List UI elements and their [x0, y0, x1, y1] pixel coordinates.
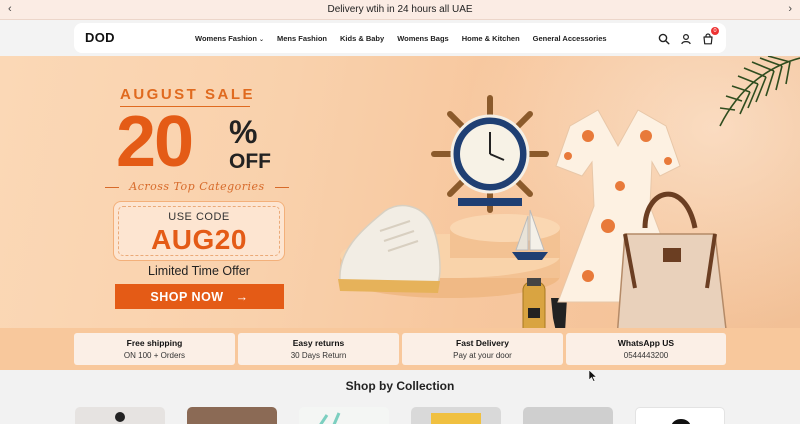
promo-code-box: USE CODE AUG20 — [113, 201, 285, 261]
chevron-down-icon: ⌄ — [258, 36, 264, 43]
announcement-bar: ‹ Delivery wtih in 24 hours all UAE › — [0, 0, 800, 20]
shop-now-button[interactable]: SHOP NOW → — [115, 284, 284, 309]
menu-item-label: Womens Fashion — [195, 33, 257, 43]
feature-free-shipping[interactable]: Free shipping ON 100 + Orders — [74, 333, 235, 365]
promo-code: AUG20 — [151, 224, 247, 255]
announcement-text: Delivery wtih in 24 hours all UAE — [327, 4, 473, 15]
main-menu: Womens Fashion ⌄ Mens Fashion Kids & Baby… — [195, 23, 607, 53]
sneaker-image — [338, 204, 441, 293]
menu-item-home-kitchen[interactable]: Home & Kitchen — [462, 34, 520, 43]
collection-tile[interactable] — [187, 407, 277, 424]
collection-tile[interactable] — [411, 407, 501, 424]
menu-item-general-accessories[interactable]: General Accessories — [533, 34, 607, 43]
collection-tile[interactable] — [523, 407, 613, 424]
collection-image — [319, 412, 341, 424]
features-band: Free shipping ON 100 + Orders Easy retur… — [0, 328, 800, 370]
feature-subtitle: 0544443200 — [623, 351, 669, 360]
mouse-cursor-icon — [589, 370, 597, 382]
feature-title: Free shipping — [126, 338, 183, 348]
feature-easy-returns[interactable]: Easy returns 30 Days Return — [238, 333, 399, 365]
feature-title: Fast Delivery — [456, 338, 509, 348]
handbag-image — [617, 191, 727, 328]
sailboat-image — [512, 209, 548, 260]
collection-image — [431, 413, 481, 424]
site-header: DOD Womens Fashion ⌄ Mens Fashion Kids & … — [0, 20, 800, 56]
menu-item-womens-fashion[interactable]: Womens Fashion ⌄ — [195, 34, 264, 43]
header-icons: 0 — [658, 23, 719, 53]
search-icon[interactable] — [658, 32, 670, 45]
menu-item-mens-fashion[interactable]: Mens Fashion — [277, 34, 327, 43]
shop-now-label: SHOP NOW — [150, 289, 224, 304]
feature-title: WhatsApp US — [617, 338, 675, 348]
sale-title: AUGUST SALE — [120, 86, 256, 103]
collection-tile[interactable] — [299, 407, 389, 424]
feature-fast-delivery[interactable]: Fast Delivery Pay at your door — [402, 333, 563, 365]
feature-subtitle: 30 Days Return — [290, 351, 347, 360]
cart-count-badge: 0 — [711, 27, 719, 35]
feature-subtitle: ON 100 + Orders — [123, 351, 186, 360]
chevron-right-icon[interactable]: › — [788, 3, 792, 15]
account-icon[interactable] — [680, 32, 692, 45]
site-logo[interactable]: DOD — [85, 30, 115, 45]
use-code-label: USE CODE — [168, 211, 230, 223]
hero-banner[interactable]: AUGUST SALE 20 % OFF Across Top Categori… — [0, 56, 800, 328]
palm-leaf-image — [719, 56, 800, 127]
navbar: DOD Womens Fashion ⌄ Mens Fashion Kids & … — [74, 23, 726, 53]
arrow-right-icon: → — [235, 289, 249, 304]
limited-offer-text: Limited Time Offer — [148, 264, 250, 278]
across-categories-text: Across Top Categories — [105, 180, 289, 193]
shop-by-collection-section: Shop by Collection — [0, 370, 800, 424]
discount-number: 20 — [116, 102, 194, 182]
feature-title: Easy returns — [292, 338, 345, 348]
percent-sign: % — [229, 114, 258, 150]
collection-image — [671, 419, 691, 424]
menu-item-kids-baby[interactable]: Kids & Baby — [340, 34, 384, 43]
off-label: OFF — [229, 150, 271, 173]
chevron-left-icon[interactable]: ‹ — [8, 3, 12, 15]
collection-tile[interactable] — [635, 407, 725, 424]
feature-whatsapp[interactable]: WhatsApp US 0544443200 — [566, 333, 726, 365]
feature-subtitle: Pay at your door — [453, 351, 512, 360]
menu-item-womens-bags[interactable]: Womens Bags — [397, 34, 449, 43]
collection-tile[interactable] — [75, 407, 165, 424]
section-title: Shop by Collection — [345, 379, 455, 393]
collection-image — [115, 412, 125, 422]
cart-icon[interactable]: 0 — [702, 27, 719, 45]
